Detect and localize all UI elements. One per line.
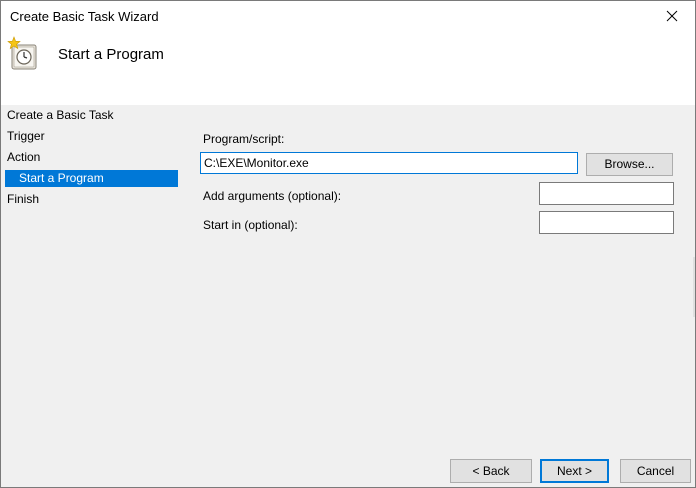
next-button[interactable]: Next >: [540, 459, 609, 483]
nav-item-start-a-program[interactable]: Start a Program: [5, 170, 178, 187]
task-scheduler-clock-icon: [7, 36, 37, 70]
nav-item-finish[interactable]: Finish: [1, 189, 187, 210]
add-arguments-label: Add arguments (optional):: [203, 189, 342, 203]
wizard-header: Start a Program: [1, 31, 695, 105]
wizard-steps-nav: Create a Basic Task Trigger Action Start…: [1, 105, 187, 210]
back-button[interactable]: < Back: [450, 459, 532, 483]
page-title: Start a Program: [58, 46, 164, 63]
window-edge: [693, 257, 695, 317]
start-in-label: Start in (optional):: [203, 218, 298, 232]
title-bar[interactable]: Create Basic Task Wizard: [1, 1, 695, 31]
program-script-label: Program/script:: [203, 132, 285, 146]
start-in-input[interactable]: [539, 211, 674, 234]
close-icon: [666, 10, 678, 22]
wizard-window: Create Basic Task Wizard Start a Program…: [0, 0, 696, 488]
add-arguments-input[interactable]: [539, 182, 674, 205]
window-title: Create Basic Task Wizard: [10, 9, 159, 24]
browse-button[interactable]: Browse...: [586, 153, 673, 176]
nav-item-trigger[interactable]: Trigger: [1, 126, 187, 147]
close-button[interactable]: [649, 1, 695, 31]
nav-item-create-basic-task[interactable]: Create a Basic Task: [1, 105, 187, 126]
nav-item-action[interactable]: Action: [1, 147, 187, 168]
cancel-button[interactable]: Cancel: [620, 459, 691, 483]
program-script-input[interactable]: C:\EXE\Monitor.exe: [200, 152, 578, 174]
